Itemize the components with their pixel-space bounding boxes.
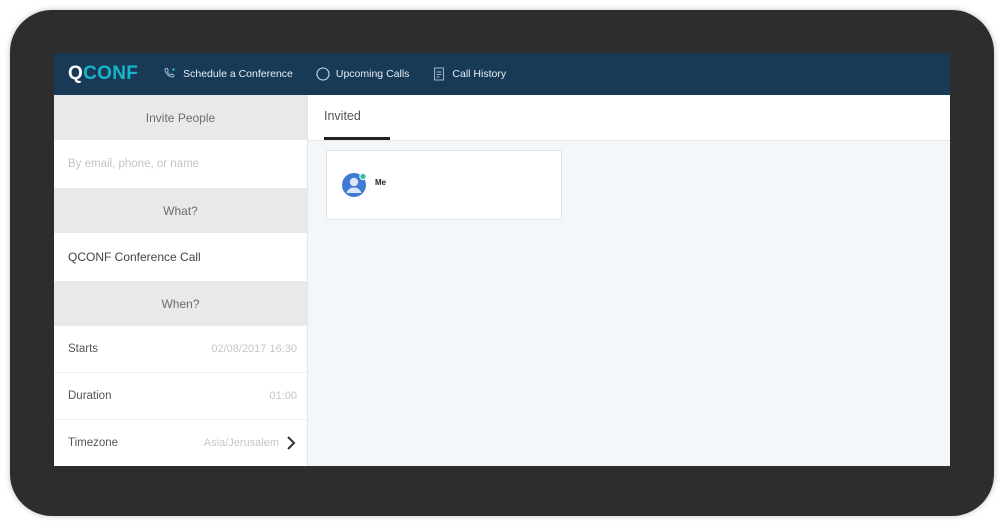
conference-name-field[interactable]: QCONF Conference Call <box>54 233 307 281</box>
phone-plus-icon <box>162 66 178 82</box>
top-nav-bar: Q CONF Schedule a Conference Upcoming Ca… <box>54 53 950 95</box>
duration-value[interactable]: 01:00 <box>269 390 297 402</box>
starts-value[interactable]: 02/08/2017 16:30 <box>211 343 297 355</box>
clock-icon <box>315 66 331 82</box>
invite-people-header: Invite People <box>54 95 307 140</box>
participant-card[interactable]: Me <box>326 150 562 220</box>
tab-bar: Invited <box>308 95 950 141</box>
invite-search-input[interactable]: By email, phone, or name <box>54 140 307 188</box>
nav-history-label: Call History <box>452 68 507 80</box>
document-icon <box>431 66 447 82</box>
timezone-field[interactable]: Timezone Asia/Jerusalem <box>54 420 307 466</box>
logo-text: CONF <box>83 63 139 84</box>
participants-area: Invited Me <box>308 95 950 466</box>
duration-label: Duration <box>68 390 112 402</box>
duration-field[interactable]: Duration 01:00 <box>54 373 307 420</box>
device-frame: Q CONF Schedule a Conference Upcoming Ca… <box>10 10 994 516</box>
nav-upcoming-calls[interactable]: Upcoming Calls <box>315 66 410 82</box>
user-avatar-icon <box>341 172 367 198</box>
chevron-right-icon[interactable] <box>285 435 297 451</box>
nav-call-history[interactable]: Call History <box>431 66 506 82</box>
starts-label: Starts <box>68 343 99 355</box>
scheduling-panel: Invite People By email, phone, or name W… <box>54 95 308 466</box>
what-header: What? <box>54 188 307 233</box>
nav-schedule-conference[interactable]: Schedule a Conference <box>162 66 293 82</box>
logo-q: Q <box>68 63 84 84</box>
when-header: When? <box>54 281 307 326</box>
active-tab-indicator <box>324 137 390 140</box>
timezone-value[interactable]: Asia/Jerusalem <box>204 437 279 449</box>
timezone-label: Timezone <box>68 437 119 449</box>
participant-name: Me <box>375 177 387 187</box>
nav-upcoming-label: Upcoming Calls <box>335 68 410 80</box>
app-screen: Q CONF Schedule a Conference Upcoming Ca… <box>54 53 950 466</box>
app-logo[interactable]: Q CONF <box>68 63 138 85</box>
tab-invited[interactable]: Invited <box>324 109 361 123</box>
starts-field[interactable]: Starts 02/08/2017 16:30 <box>54 326 307 373</box>
nav-schedule-label: Schedule a Conference <box>183 68 293 80</box>
